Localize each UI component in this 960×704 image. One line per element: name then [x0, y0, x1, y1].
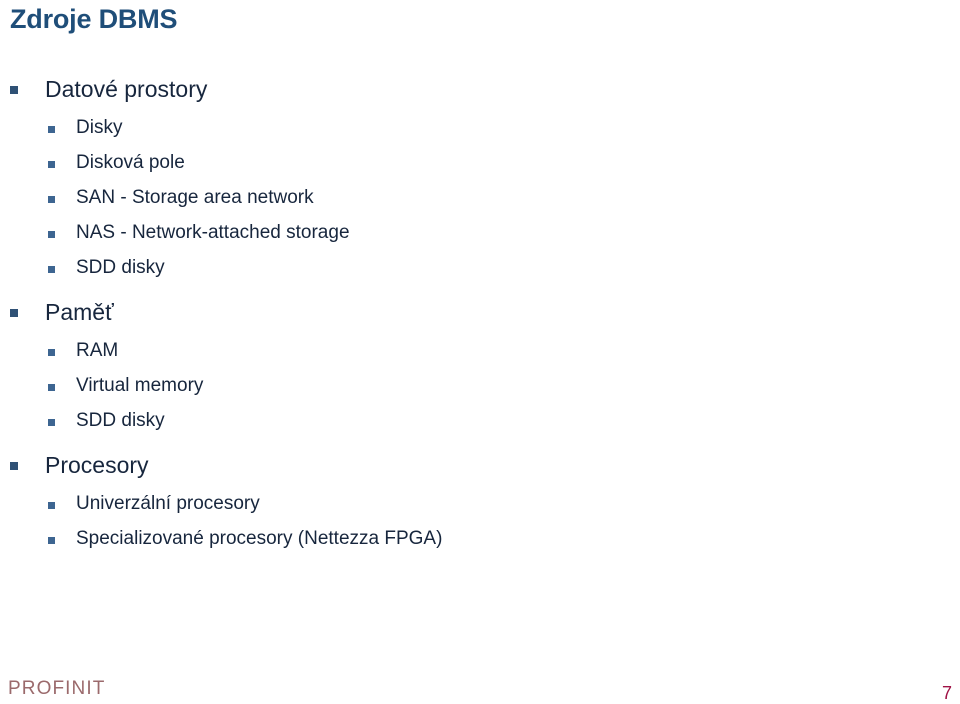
bullet-square-icon: [48, 126, 55, 133]
list-item: Disky: [0, 115, 900, 150]
bullet-square-icon: [48, 349, 55, 356]
list-item: SDD disky: [0, 408, 900, 443]
list-item-label: Disky: [76, 117, 123, 138]
list-item-label: NAS - Network-attached storage: [76, 222, 350, 243]
slide: Zdroje DBMS Datové prostory Disky Diskov…: [0, 0, 960, 704]
list-item-label: Paměť: [45, 299, 114, 325]
page-title: Zdroje DBMS: [10, 4, 178, 34]
list-item: Paměť: [0, 297, 900, 338]
list-item: Procesory: [0, 450, 900, 491]
list-item: SDD disky: [0, 255, 900, 290]
list-item-label: Datové prostory: [45, 76, 208, 102]
list-item-label: Disková pole: [76, 152, 185, 173]
list-item-label: Specializované procesory (Nettezza FPGA): [76, 528, 443, 549]
list-item-label: SAN - Storage area network: [76, 187, 314, 208]
list-item: Specializované procesory (Nettezza FPGA): [0, 526, 900, 561]
list-item-label: SDD disky: [76, 257, 165, 278]
bullet-square-icon: [48, 266, 55, 273]
bullet-square-icon: [48, 196, 55, 203]
list-item: Datové prostory: [0, 74, 900, 115]
bullet-square-icon: [48, 384, 55, 391]
list-item-label: Univerzální procesory: [76, 493, 260, 514]
bullet-square-icon: [48, 231, 55, 238]
bullet-square-icon: [10, 462, 18, 470]
list-item-label: RAM: [76, 340, 119, 361]
bullet-square-icon: [48, 502, 55, 509]
list-item-label: SDD disky: [76, 410, 165, 431]
bullet-square-icon: [10, 86, 18, 94]
bullet-square-icon: [48, 161, 55, 168]
bullet-square-icon: [48, 537, 55, 544]
page-number: 7: [941, 683, 952, 703]
list-item: Virtual memory: [0, 373, 900, 408]
list-item: Univerzální procesory: [0, 491, 900, 526]
list-item: RAM: [0, 338, 900, 373]
profinit-logo: PROFINIT: [8, 678, 106, 699]
list-item: SAN - Storage area network: [0, 185, 900, 220]
list-item: Disková pole: [0, 150, 900, 185]
list-item: NAS - Network-attached storage: [0, 220, 900, 255]
list-item-label: Virtual memory: [76, 375, 204, 396]
bullet-square-icon: [48, 419, 55, 426]
bullet-list: Datové prostory Disky Disková pole SAN -…: [0, 74, 900, 561]
list-item-label: Procesory: [45, 452, 149, 478]
bullet-square-icon: [10, 309, 18, 317]
